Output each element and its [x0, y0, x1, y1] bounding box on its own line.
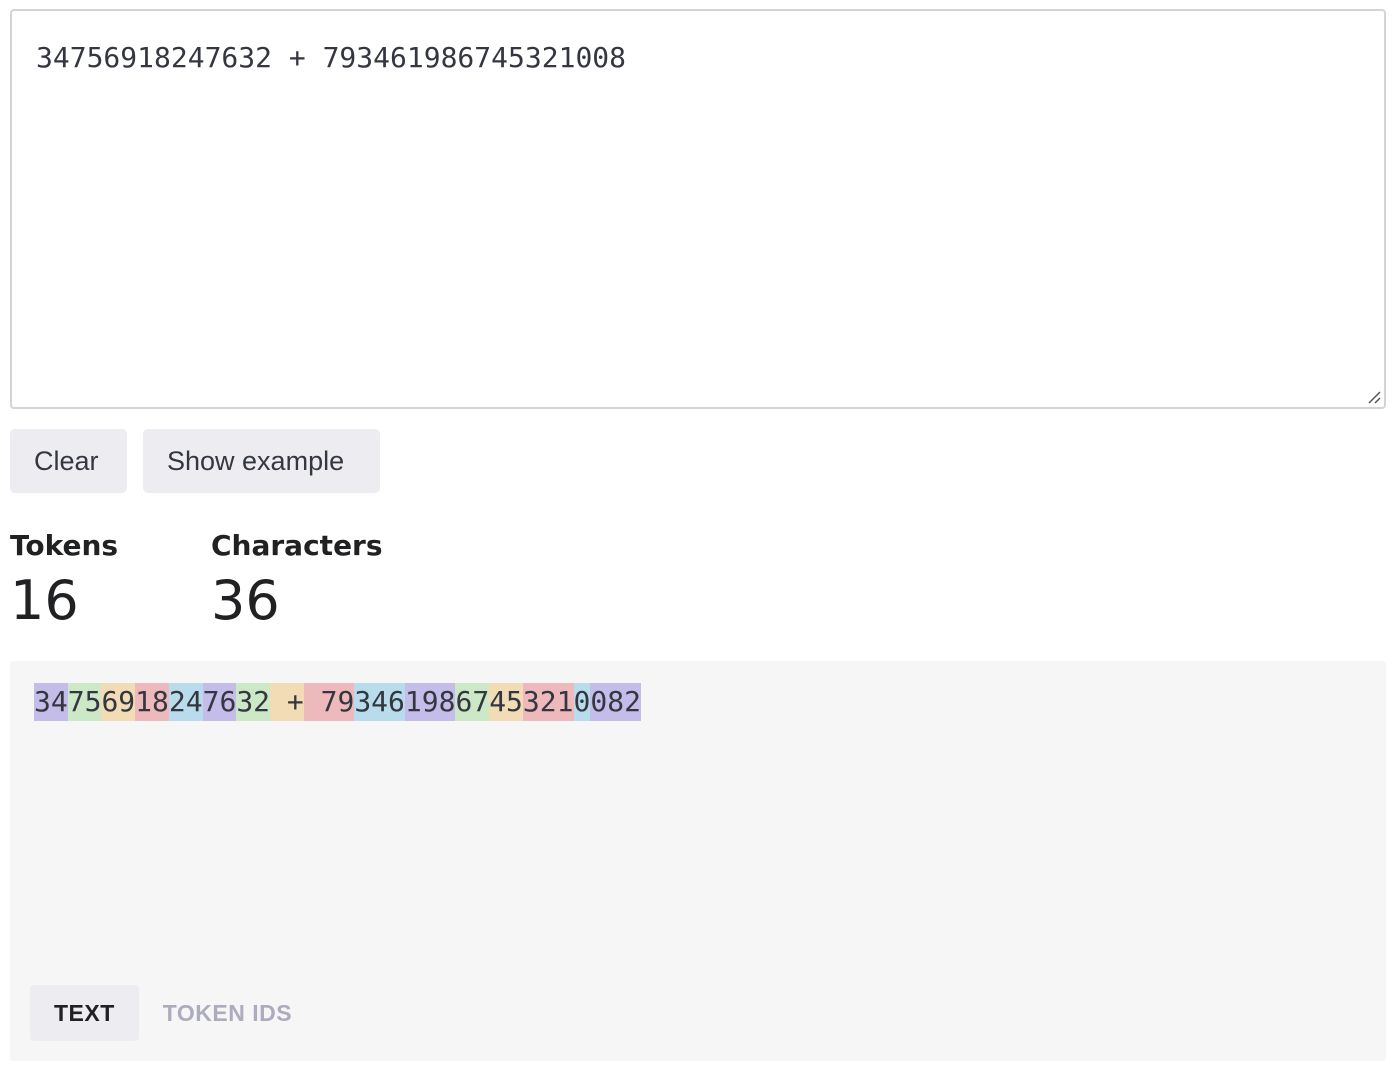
token-chip: 082 [590, 683, 641, 721]
prompt-input[interactable]: 34756918247632 + 793461986745321008 [12, 11, 1384, 407]
show-example-button[interactable]: Show example [143, 429, 380, 493]
token-chip: 346 [354, 683, 405, 721]
tokenized-output-panel: 34 75 69 18 24 76 32 + 79 346 198 67 45 321 0 082 TEX… [10, 661, 1386, 1061]
token-chip: + [270, 683, 304, 721]
text-view-tab[interactable]: TEXT [30, 985, 139, 1041]
tokens-stat: Tokens 16 [10, 528, 118, 636]
token-chip: 75 [67, 683, 102, 721]
tokens-label: Tokens [10, 529, 119, 562]
token-chip: 24 [168, 683, 203, 721]
resize-handle-icon[interactable] [1366, 389, 1382, 405]
token-sequence: 34 75 69 18 24 76 32 + 79 346 198 67 45 321 0 082 [34, 683, 641, 721]
token-chip: 69 [101, 683, 136, 721]
token-chip: 34 [34, 683, 68, 721]
token-chip: 76 [202, 683, 237, 721]
token-chip: 32 [236, 683, 271, 721]
prompt-input-container: 34756918247632 + 793461986745321008 [10, 9, 1386, 409]
token-chip: 321 [522, 683, 574, 721]
token-chip: 18 [135, 683, 169, 721]
characters-count: 36 [211, 569, 280, 632]
characters-label: Characters [211, 529, 383, 562]
token-chip: 0 [573, 683, 591, 721]
view-toggle: TEXT TOKEN IDS [30, 985, 316, 1041]
token-chip: 67 [455, 683, 490, 721]
token-ids-view-tab[interactable]: TOKEN IDS [139, 985, 316, 1041]
characters-stat: Characters 36 [211, 528, 383, 636]
clear-button[interactable]: Clear [10, 429, 127, 493]
tokens-count: 16 [10, 569, 79, 632]
token-chip: 198 [404, 683, 456, 721]
token-chip: 45 [489, 683, 523, 721]
token-chip: 79 [303, 683, 355, 721]
